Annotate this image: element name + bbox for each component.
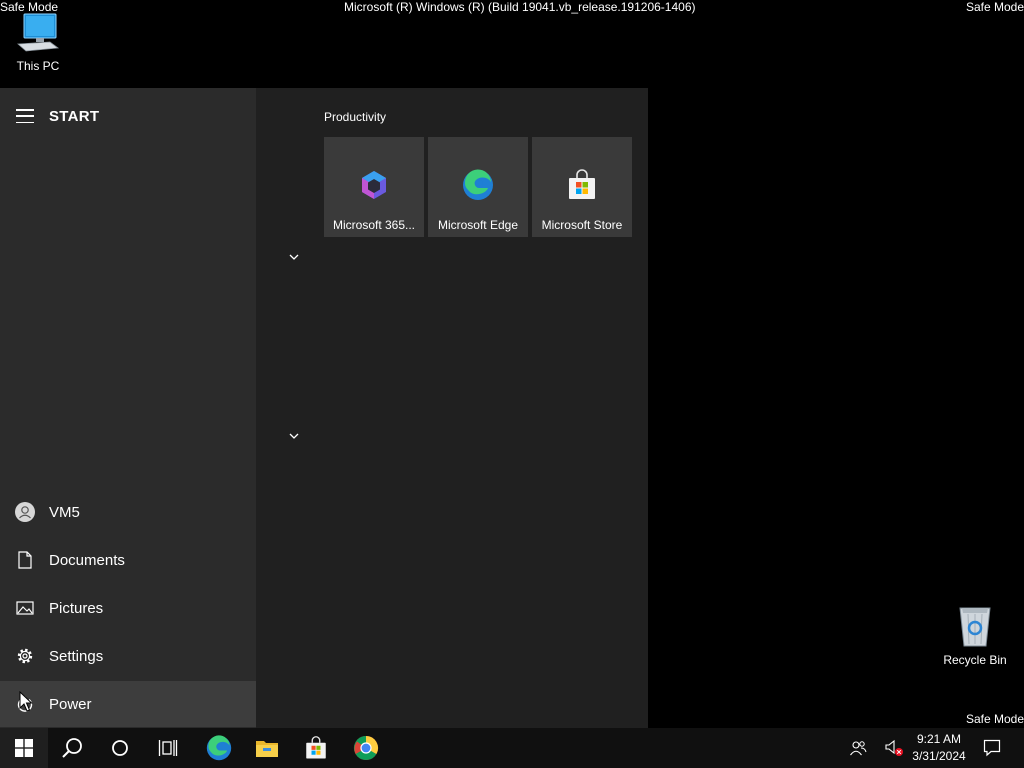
mouse-cursor-icon: [19, 691, 33, 712]
tile-microsoft-store[interactable]: Microsoft Store: [532, 137, 632, 237]
windows-start-icon: [15, 739, 33, 757]
gear-icon: [15, 646, 35, 666]
taskbar-file-explorer-button[interactable]: [243, 728, 291, 768]
start-nav-documents[interactable]: Documents: [0, 537, 256, 583]
taskbar-search-button[interactable]: [48, 728, 96, 768]
taskbar-store-button[interactable]: [292, 728, 340, 768]
chevron-down-icon[interactable]: [288, 251, 300, 263]
chrome-icon: [353, 736, 379, 761]
recycle-bin-label: Recycle Bin: [943, 653, 1007, 667]
tray-people-button[interactable]: [846, 728, 870, 768]
this-pc-label: This PC: [16, 59, 60, 73]
clock-date: 3/31/2024: [912, 749, 966, 763]
pictures-label: Pictures: [49, 599, 104, 617]
tile-label-microsoft-store: Microsoft Store: [541, 218, 623, 232]
cortana-icon: [112, 740, 128, 756]
documents-label: Documents: [49, 551, 125, 569]
desktop-icon-this-pc[interactable]: This PC: [0, 12, 76, 73]
tile-microsoft-365[interactable]: Microsoft 365...: [324, 137, 424, 237]
file-explorer-icon: [256, 741, 278, 757]
action-center-button[interactable]: [980, 728, 1004, 768]
edge-icon: [206, 735, 232, 761]
user-avatar-icon: [15, 502, 35, 522]
task-view-icon: [158, 740, 178, 756]
chevron-down-icon[interactable]: [288, 430, 300, 442]
start-nav-user-account[interactable]: VM5: [0, 489, 256, 535]
desktop-icon-recycle-bin[interactable]: Recycle Bin: [937, 602, 1013, 667]
document-icon: [15, 550, 35, 570]
volume-muted-icon: [885, 739, 903, 756]
start-menu-title: START: [49, 107, 100, 125]
start-button[interactable]: [0, 728, 48, 768]
people-icon: [850, 741, 867, 756]
tile-microsoft-edge[interactable]: Microsoft Edge: [428, 137, 528, 237]
tray-volume-button[interactable]: [882, 728, 906, 768]
start-nav-settings[interactable]: Settings: [0, 633, 256, 679]
start-nav-power[interactable]: Power: [0, 681, 256, 727]
taskbar-clock[interactable]: 9:21 AM 3/31/2024: [904, 731, 974, 765]
power-label: Power: [49, 695, 92, 713]
store-icon: [306, 736, 326, 759]
taskbar-chrome-button[interactable]: [342, 728, 390, 768]
windows-build-banner: Microsoft (R) Windows (R) (Build 19041.v…: [344, 0, 696, 14]
this-pc-icon: [17, 13, 60, 52]
taskbar-cortana-button[interactable]: [96, 728, 144, 768]
pictures-icon: [15, 598, 35, 618]
start-nav-pictures[interactable]: Pictures: [0, 585, 256, 631]
taskbar-task-view-button[interactable]: [144, 728, 192, 768]
search-icon: [62, 738, 82, 758]
start-menu-nav-pane: START VM5 Documents Pictures Settings Po…: [0, 88, 256, 728]
notification-icon: [983, 739, 1001, 757]
start-menu-tiles-pane: Productivity Microsoft 365... Microsoft …: [256, 88, 648, 728]
edge-icon: [463, 169, 493, 200]
start-menu-header[interactable]: START: [0, 104, 256, 128]
taskbar-edge-button[interactable]: [195, 728, 243, 768]
settings-label: Settings: [49, 647, 104, 665]
tile-label-microsoft-365: Microsoft 365...: [332, 218, 416, 232]
hamburger-menu-icon[interactable]: [16, 109, 34, 123]
clock-time: 9:21 AM: [916, 732, 962, 746]
safe-mode-label-top-right: Safe Mode: [965, 0, 1024, 14]
microsoft-365-icon: [362, 171, 386, 199]
tile-group-label: Productivity: [324, 110, 387, 124]
recycle-bin-icon: [959, 607, 991, 647]
taskbar: 9:21 AM 3/31/2024: [0, 728, 1024, 768]
user-account-label: VM5: [49, 503, 80, 521]
tile-label-microsoft-edge: Microsoft Edge: [437, 218, 519, 232]
store-icon: [569, 169, 595, 199]
safe-mode-label-bottom-right: Safe Mode: [965, 712, 1024, 726]
